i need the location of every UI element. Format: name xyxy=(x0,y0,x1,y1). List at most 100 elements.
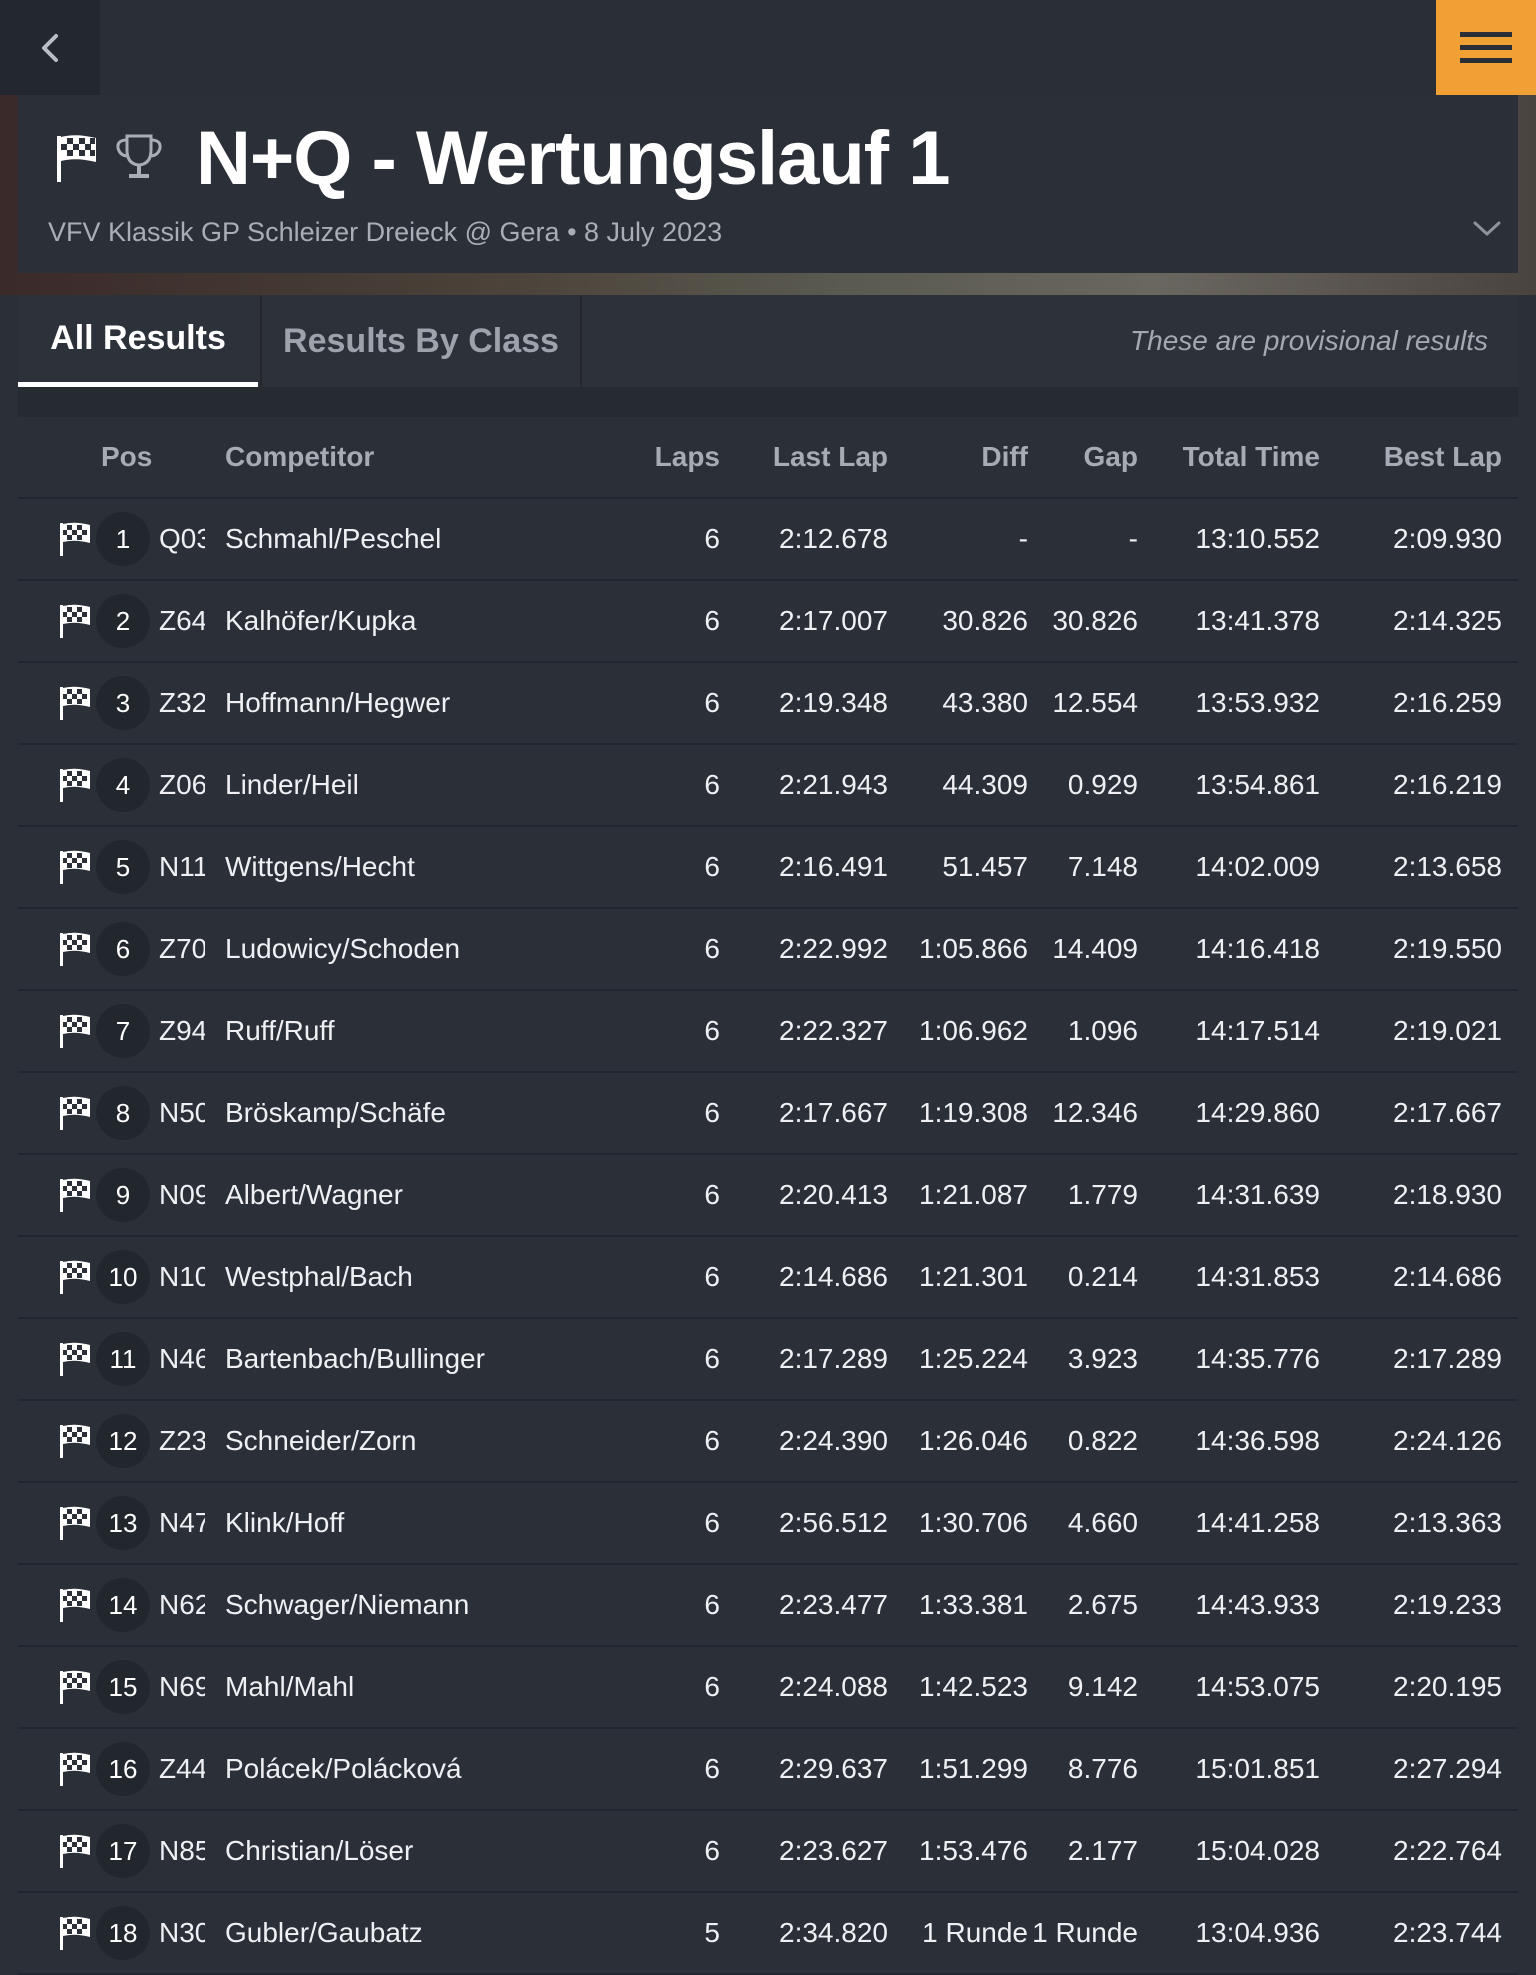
table-row[interactable]: 6 Z70 Ludowicy/Schoden 6 2:22.992 1:05.866 14.… xyxy=(18,909,1518,991)
competitor-name[interactable]: Wittgens/Hecht xyxy=(225,827,415,907)
competitor-name[interactable]: Schmahl/Peschel xyxy=(225,499,441,579)
page-title: N+Q - Wertungslauf 1 xyxy=(196,115,950,201)
position-badge: 17 xyxy=(96,1824,150,1878)
column-header-laps[interactable]: Laps xyxy=(608,417,720,497)
competitor-name[interactable]: Mahl/Mahl xyxy=(225,1647,354,1727)
checkered-flag-icon xyxy=(60,850,90,884)
checkered-flag-icon xyxy=(57,135,96,182)
competitor-name[interactable]: Ludowicy/Schoden xyxy=(225,909,460,989)
checkered-flag-icon xyxy=(60,1506,90,1540)
position-badge: 2 xyxy=(96,594,150,648)
tab-all-results[interactable]: All Results xyxy=(18,295,258,387)
diff-value: 1 Runde xyxy=(922,1917,1028,1948)
competitor-name[interactable]: Klink/Hoff xyxy=(225,1483,344,1563)
best-lap-value: 2:18.930 xyxy=(1393,1179,1502,1210)
checkered-flag-icon xyxy=(60,1670,90,1704)
column-header-total-time[interactable]: Total Time xyxy=(1138,417,1320,497)
car-number: Z23 xyxy=(159,1425,205,1456)
total-time-value: 14:02.009 xyxy=(1195,851,1320,882)
total-time-value: 14:41.258 xyxy=(1195,1507,1320,1538)
menu-button[interactable] xyxy=(1436,0,1536,95)
laps-value: 6 xyxy=(704,1835,720,1866)
table-row[interactable]: 7 Z94 Ruff/Ruff 6 2:22.327 1:06.962 1.096 14:17… xyxy=(18,991,1518,1073)
expand-header-button[interactable] xyxy=(1472,219,1502,244)
car-number: Z06 xyxy=(159,769,205,800)
laps-value: 6 xyxy=(704,1671,720,1702)
competitor-name[interactable]: Linder/Heil xyxy=(225,745,359,825)
total-time-value: 14:17.514 xyxy=(1195,1015,1320,1046)
car-number: N46 xyxy=(159,1343,205,1374)
competitor-name[interactable]: Hoffmann/Hegwer xyxy=(225,663,450,743)
last-lap-value: 2:34.820 xyxy=(779,1917,888,1948)
table-row[interactable]: 5 N11 Wittgens/Hecht 6 2:16.491 51.457 7.148 14… xyxy=(18,827,1518,909)
column-header-last-lap[interactable]: Last Lap xyxy=(718,417,888,497)
competitor-name[interactable]: Bartenbach/Bullinger xyxy=(225,1319,485,1399)
diff-value: 1:33.381 xyxy=(919,1589,1028,1620)
table-row[interactable]: 13 N47 Klink/Hoff 6 2:56.512 1:30.706 4.660 14:… xyxy=(18,1483,1518,1565)
competitor-name[interactable]: Christian/Löser xyxy=(225,1811,413,1891)
table-row[interactable]: 12 Z23 Schneider/Zorn 6 2:24.390 1:26.046 0.82… xyxy=(18,1401,1518,1483)
table-row[interactable]: 14 N62 Schwager/Niemann 6 2:23.477 1:33.381 2.… xyxy=(18,1565,1518,1647)
best-lap-value: 2:23.744 xyxy=(1393,1917,1502,1948)
gap-value: 7.148 xyxy=(1067,851,1138,882)
checkered-flag-icon xyxy=(60,1014,90,1048)
position-badge: 5 xyxy=(96,840,150,894)
column-header-best-lap[interactable]: Best Lap xyxy=(1320,417,1502,497)
last-lap-value: 2:14.686 xyxy=(779,1261,888,1292)
total-time-value: 13:41.378 xyxy=(1195,605,1320,636)
table-row[interactable]: 18 N30 Gubler/Gaubatz 5 2:34.820 1 Runde 1 Run… xyxy=(18,1893,1518,1975)
laps-value: 6 xyxy=(704,1261,720,1292)
total-time-value: 13:53.932 xyxy=(1195,687,1320,718)
last-lap-value: 2:24.088 xyxy=(779,1671,888,1702)
gap-value: 3.923 xyxy=(1067,1343,1138,1374)
competitor-name[interactable]: Gubler/Gaubatz xyxy=(225,1893,423,1973)
last-lap-value: 2:24.390 xyxy=(779,1425,888,1456)
checkered-flag-icon xyxy=(60,1178,90,1212)
diff-value: 1:21.301 xyxy=(919,1261,1028,1292)
column-header-pos[interactable]: Pos xyxy=(101,417,152,497)
last-lap-value: 2:22.327 xyxy=(779,1015,888,1046)
column-header-competitor[interactable]: Competitor xyxy=(225,417,374,497)
table-row[interactable]: 8 N50 Bröskamp/Schäfe 6 2:17.667 1:19.308 12.3… xyxy=(18,1073,1518,1155)
competitor-name[interactable]: Schneider/Zorn xyxy=(225,1401,416,1481)
laps-value: 6 xyxy=(704,523,720,554)
competitor-name[interactable]: Kalhöfer/Kupka xyxy=(225,581,416,661)
competitor-name[interactable]: Schwager/Niemann xyxy=(225,1565,469,1645)
position-badge: 18 xyxy=(96,1906,150,1960)
last-lap-value: 2:56.512 xyxy=(779,1507,888,1538)
gap-value: 12.554 xyxy=(1052,687,1138,718)
column-header-gap[interactable]: Gap xyxy=(1028,417,1138,497)
best-lap-value: 2:17.667 xyxy=(1393,1097,1502,1128)
table-row[interactable]: 3 Z32 Hoffmann/Hegwer 6 2:19.348 43.380 12.554… xyxy=(18,663,1518,745)
best-lap-value: 2:13.363 xyxy=(1393,1507,1502,1538)
table-row[interactable]: 9 N09 Albert/Wagner 6 2:20.413 1:21.087 1.779 1… xyxy=(18,1155,1518,1237)
table-row[interactable]: 15 N69 Mahl/Mahl 6 2:24.088 1:42.523 9.142 14:5… xyxy=(18,1647,1518,1729)
competitor-name[interactable]: Westphal/Bach xyxy=(225,1237,413,1317)
table-row[interactable]: 16 Z44 Polácek/Polácková 6 2:29.637 1:51.299 8… xyxy=(18,1729,1518,1811)
laps-value: 6 xyxy=(704,1425,720,1456)
table-row[interactable]: 2 Z64 Kalhöfer/Kupka 6 2:17.007 30.826 30.826 1… xyxy=(18,581,1518,663)
table-row[interactable]: 1 Q03 Schmahl/Peschel 6 2:12.678 - - 13:10.552 2… xyxy=(18,499,1518,581)
best-lap-value: 2:27.294 xyxy=(1393,1753,1502,1784)
best-lap-value: 2:19.550 xyxy=(1393,933,1502,964)
column-header-diff[interactable]: Diff xyxy=(888,417,1028,497)
back-button[interactable] xyxy=(0,0,100,95)
table-row[interactable]: 17 N85 Christian/Löser 6 2:23.627 1:53.476 2.1… xyxy=(18,1811,1518,1893)
tab-results-by-class[interactable]: Results By Class xyxy=(260,295,582,387)
table-row[interactable]: 10 N10 Westphal/Bach 6 2:14.686 1:21.301 0.214… xyxy=(18,1237,1518,1319)
table-header: Pos Competitor Laps Last Lap Diff Gap To… xyxy=(18,417,1518,499)
position-badge: 16 xyxy=(96,1742,150,1796)
competitor-name[interactable]: Ruff/Ruff xyxy=(225,991,334,1071)
diff-value: 30.826 xyxy=(942,605,1028,636)
laps-value: 6 xyxy=(704,933,720,964)
competitor-name[interactable]: Bröskamp/Schäfe xyxy=(225,1073,446,1153)
diff-value: 1:42.523 xyxy=(919,1671,1028,1702)
competitor-name[interactable]: Albert/Wagner xyxy=(225,1155,403,1235)
total-time-value: 14:16.418 xyxy=(1195,933,1320,964)
laps-value: 6 xyxy=(704,1753,720,1784)
last-lap-value: 2:29.637 xyxy=(779,1753,888,1784)
competitor-name[interactable]: Polácek/Polácková xyxy=(225,1729,462,1809)
table-row[interactable]: 11 N46 Bartenbach/Bullinger 6 2:17.289 1:25.2… xyxy=(18,1319,1518,1401)
table-row[interactable]: 4 Z06 Linder/Heil 6 2:21.943 44.309 0.929 13:54… xyxy=(18,745,1518,827)
checkered-flag-icon xyxy=(60,1752,90,1786)
